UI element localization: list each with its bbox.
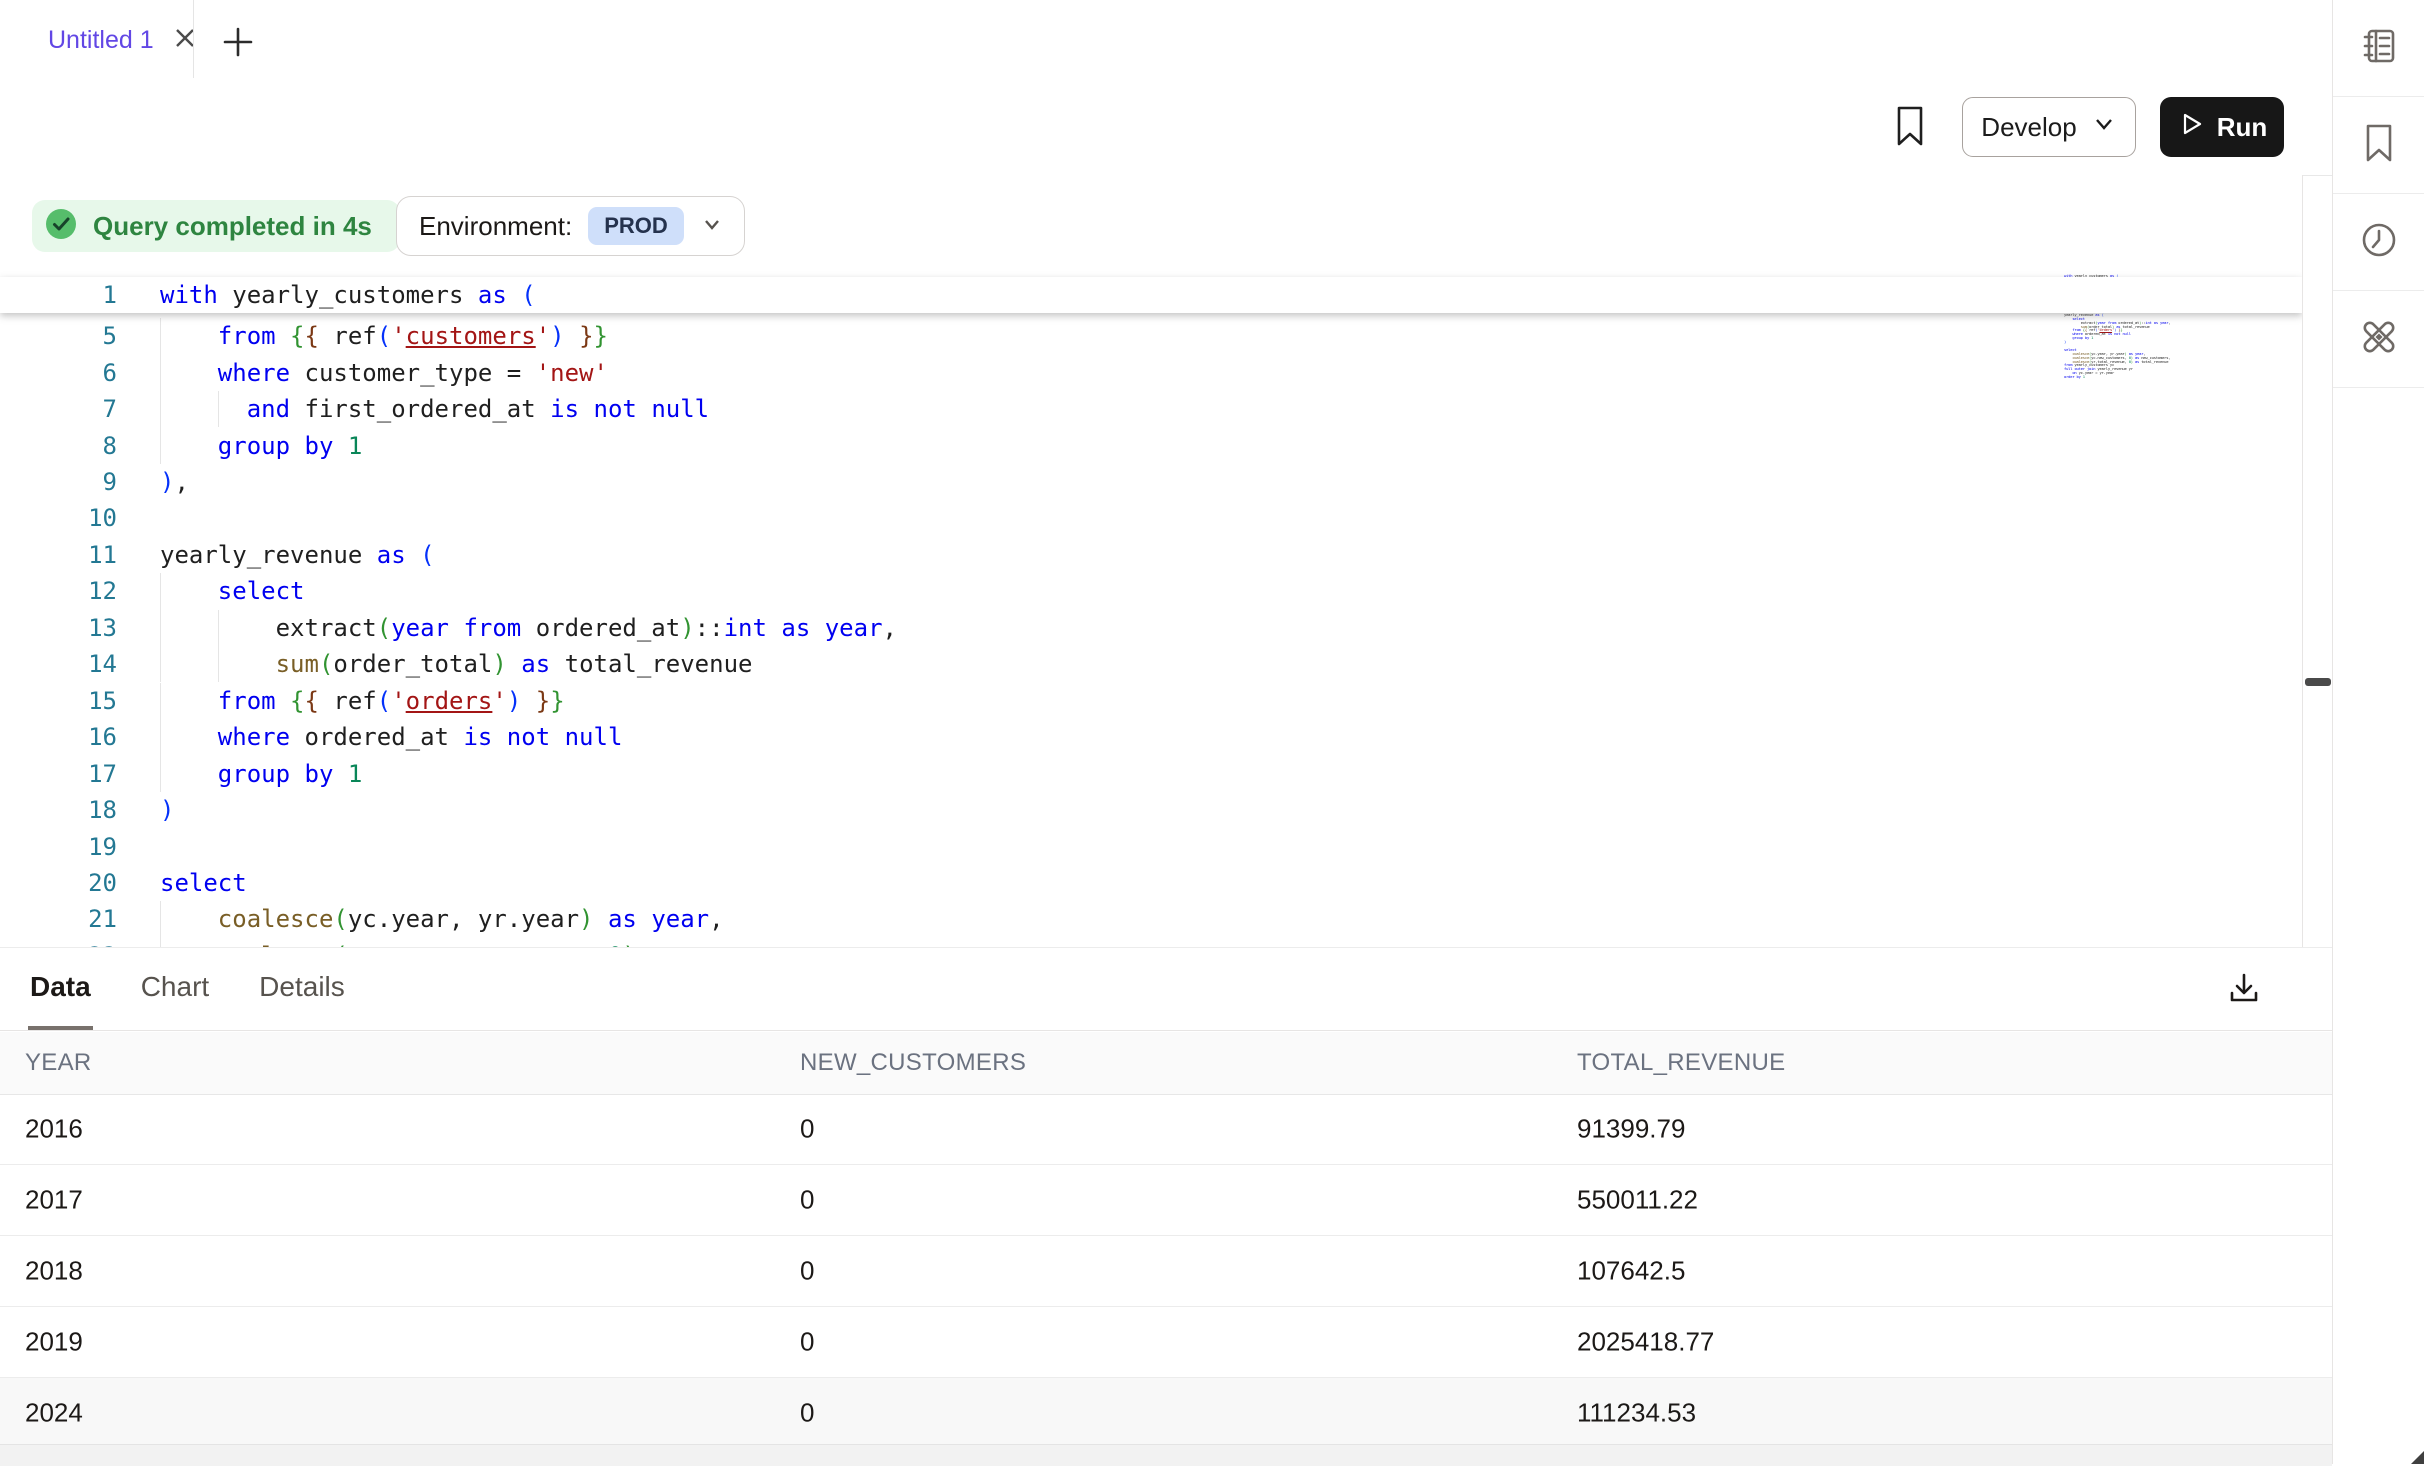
- sidebar-item-notebook[interactable]: [2333, 0, 2424, 97]
- indent-guide: [160, 318, 161, 354]
- tab-bar: Untitled 1: [0, 0, 2332, 82]
- code-line: 13 extract(year from ordered_at)::int as…: [0, 610, 2302, 646]
- results-tab-bar: Data Chart Details: [0, 948, 2332, 1031]
- sql-editor[interactable]: Query completed in 4s Environment: PROD …: [0, 175, 2302, 947]
- ref-model-link[interactable]: orders: [406, 687, 493, 715]
- indent-guide: [160, 938, 161, 947]
- code-line: 16 where ordered_at is not null: [0, 719, 2302, 755]
- develop-label: Develop: [1981, 112, 2076, 143]
- download-icon[interactable]: [2216, 962, 2272, 1018]
- table-cell: 2016: [25, 1114, 83, 1145]
- sidebar-item-dbt[interactable]: [2333, 291, 2424, 388]
- column-header-new-customers: NEW_CUSTOMERS: [800, 1049, 1026, 1077]
- bookmark-icon: [2361, 123, 2397, 168]
- indent-guide: [160, 354, 161, 390]
- indent-guide: [160, 573, 161, 609]
- table-cell: 0: [800, 1114, 814, 1145]
- tab-untitled-1[interactable]: Untitled 1: [0, 0, 226, 80]
- table-cell: 111234.53: [1577, 1398, 1696, 1429]
- code-line: 20select: [0, 865, 2302, 901]
- new-tab-button[interactable]: [214, 18, 262, 66]
- bookmark-icon[interactable]: [1882, 96, 1938, 158]
- indent-guide: [160, 427, 161, 463]
- table-row: 2018 0 107642.5: [0, 1236, 2332, 1307]
- table-row: 2017 0 550011.22: [0, 1165, 2332, 1236]
- right-sidebar: [2332, 0, 2424, 1464]
- dbt-logo-icon: [2357, 315, 2401, 364]
- tab-chart[interactable]: Chart: [139, 948, 211, 1030]
- panel-divider: [2302, 175, 2333, 947]
- tab-title: Untitled 1: [48, 26, 154, 55]
- results-panel: Data Chart Details YEAR NEW_CUSTOMERS TOTA…: [0, 947, 2332, 1465]
- indent-guide: [160, 683, 161, 719]
- chevron-down-icon: [2091, 111, 2117, 144]
- code-lines: 5 from {{ ref('customers') }}6 where cus…: [0, 175, 2302, 947]
- code-line: 19: [0, 828, 2302, 864]
- table-cell: 0: [800, 1185, 814, 1216]
- code-line: 15 from {{ ref('orders') }}: [0, 683, 2302, 719]
- indent-guide: [160, 719, 161, 755]
- run-button[interactable]: Run: [2160, 97, 2284, 157]
- table-cell: 2019: [25, 1327, 83, 1358]
- table-row: 2016 0 91399.79: [0, 1094, 2332, 1165]
- ref-model-link[interactable]: customers: [406, 322, 536, 350]
- indent-guide: [218, 610, 219, 646]
- table-cell: 2018: [25, 1256, 83, 1287]
- code-line: 5 from {{ ref('customers') }}: [0, 318, 2302, 354]
- code-line: 17 group by 1: [0, 755, 2302, 791]
- results-table-header: YEAR NEW_CUSTOMERS TOTAL_REVENUE: [0, 1032, 2332, 1095]
- sidebar-item-history[interactable]: [2333, 194, 2424, 291]
- indent-guide: [160, 755, 161, 791]
- play-icon: [2177, 110, 2205, 145]
- table-cell: 2025418.77: [1577, 1327, 1714, 1358]
- toolbar: Develop Run: [0, 81, 2332, 176]
- history-icon: [2359, 220, 2399, 265]
- code-line: 8 group by 1: [0, 427, 2302, 463]
- develop-dropdown[interactable]: Develop: [1962, 97, 2136, 157]
- code-line: 6 where customer_type = 'new': [0, 354, 2302, 390]
- run-label: Run: [2217, 112, 2268, 143]
- indent-guide: [218, 391, 219, 427]
- minimap-line: order by 1: [2064, 375, 2214, 379]
- code-line: 21 coalesce(yc.year, yr.year) as year,: [0, 901, 2302, 937]
- code-line: 7 and first_ordered_at is not null: [0, 391, 2302, 427]
- indent-guide: [160, 610, 161, 646]
- table-cell: 0: [800, 1256, 814, 1287]
- sticky-code-line: 1with yearly_customers as (: [0, 277, 2302, 313]
- results-table-body: 2016 0 91399.79 2017 0 550011.22 2018 0 107642.5…: [0, 1094, 2332, 1449]
- table-cell: 107642.5: [1577, 1256, 1685, 1287]
- code-line: 14 sum(order_total) as total_revenue: [0, 646, 2302, 682]
- horizontal-scrollbar[interactable]: [0, 1444, 2332, 1466]
- notebook-icon: [2359, 26, 2399, 71]
- resize-grip[interactable]: [2411, 1450, 2424, 1464]
- table-cell: 2024: [25, 1398, 83, 1429]
- table-row: 2024 0 111234.53: [0, 1378, 2332, 1449]
- code-line: 18): [0, 792, 2302, 828]
- code-line: 12 select: [0, 573, 2302, 609]
- indent-guide: [160, 901, 161, 937]
- table-row: 2019 0 2025418.77: [0, 1307, 2332, 1378]
- tab-data[interactable]: Data: [28, 948, 93, 1030]
- table-cell: 91399.79: [1577, 1114, 1685, 1145]
- tab-details[interactable]: Details: [257, 948, 347, 1030]
- indent-guide: [160, 391, 161, 427]
- table-cell: 550011.22: [1577, 1185, 1698, 1216]
- table-cell: 0: [800, 1398, 814, 1429]
- sidebar-item-bookmarks[interactable]: [2333, 97, 2424, 194]
- table-cell: 0: [800, 1327, 814, 1358]
- panel-resize-handle[interactable]: [2305, 678, 2331, 686]
- code-line: 11yearly_revenue as (: [0, 537, 2302, 573]
- main-area: Untitled 1 Develop Run: [0, 0, 2332, 1464]
- code-line: 10: [0, 500, 2302, 536]
- code-line: 9),: [0, 464, 2302, 500]
- indent-guide: [218, 646, 219, 682]
- table-cell: 2017: [25, 1185, 83, 1216]
- indent-guide: [160, 646, 161, 682]
- column-header-year: YEAR: [25, 1049, 92, 1077]
- code-line: 22 coalesce(yc.new_customers, 0) as new_…: [0, 938, 2302, 947]
- tab-divider: [193, 0, 194, 78]
- column-header-total-revenue: TOTAL_REVENUE: [1577, 1049, 1785, 1077]
